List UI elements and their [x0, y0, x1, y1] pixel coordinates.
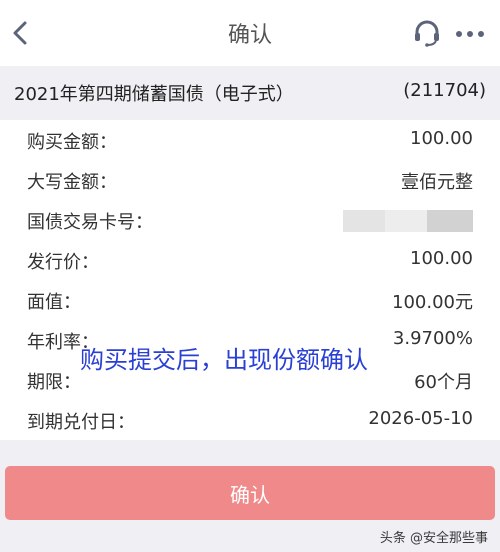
detail-value: 100.00: [410, 248, 473, 269]
product-header: 2021年第四期储蓄国债（电子式） (211704): [0, 66, 500, 120]
detail-label: 面值：: [27, 292, 81, 313]
detail-row-issue-price: 发行价： 100.00: [0, 240, 500, 280]
detail-value: 100.00: [410, 128, 473, 149]
detail-label: 大写金额：: [27, 172, 117, 193]
more-dots-icon[interactable]: [455, 30, 485, 38]
annotation-text: 购买提交后，出现份额确认: [80, 346, 368, 374]
chevron-left-icon[interactable]: [8, 18, 34, 48]
headset-icon[interactable]: [412, 19, 442, 47]
detail-label: 国债交易卡号：: [27, 212, 153, 233]
detail-value: 60个月: [414, 372, 473, 393]
detail-row-bond-card-number: 国债交易卡号：: [0, 200, 500, 240]
detail-label: 发行价：: [27, 252, 99, 273]
confirm-button[interactable]: 确认: [5, 466, 495, 520]
detail-label: 期限：: [27, 372, 81, 393]
page-title: 确认: [227, 23, 272, 48]
product-code: (211704): [403, 80, 486, 101]
detail-row-maturity-date: 到期兑付日： 2026-05-10: [0, 400, 500, 440]
product-name: 2021年第四期储蓄国债（电子式）: [14, 84, 294, 105]
detail-value: 3.9700%: [392, 328, 473, 349]
detail-label: 购买金额：: [27, 132, 117, 153]
detail-value: 100.00元: [392, 292, 473, 313]
detail-row-amount-in-words: 大写金额： 壹佰元整: [0, 160, 500, 200]
masked-card-number: [343, 210, 473, 232]
order-details: 购买金额： 100.00 大写金额： 壹佰元整 国债交易卡号： 发行价： 100…: [0, 120, 500, 440]
detail-value: 壹佰元整: [401, 172, 473, 193]
watermark: 头条 @安全那些事: [379, 531, 488, 546]
detail-row-purchase-amount: 购买金额： 100.00: [0, 120, 500, 160]
navigation-bar: 确认: [0, 0, 500, 66]
detail-value: 2026-05-10: [368, 408, 473, 429]
detail-row-face-value: 面值： 100.00元: [0, 280, 500, 320]
detail-label: 到期兑付日：: [27, 412, 135, 433]
